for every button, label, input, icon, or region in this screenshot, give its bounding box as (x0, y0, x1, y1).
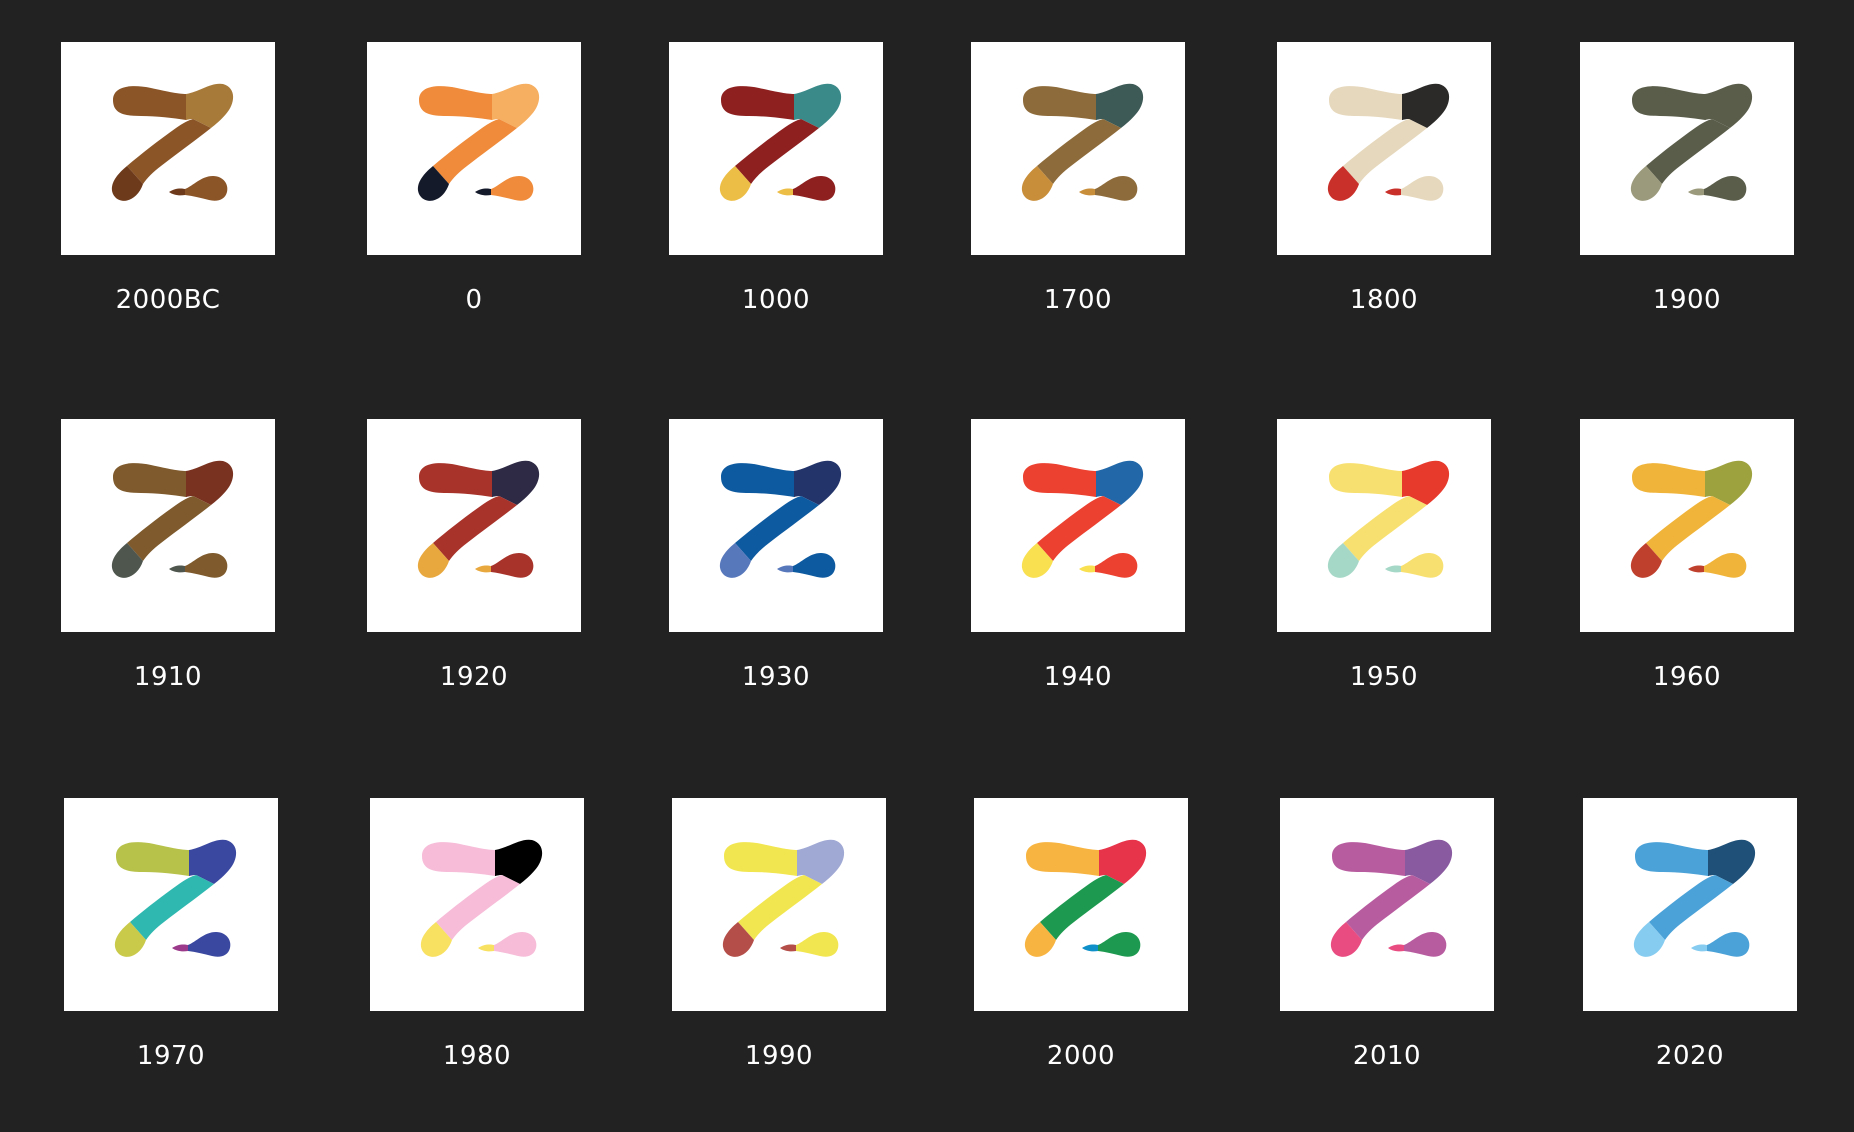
year-label: 1990 (744, 1041, 814, 1071)
logo-card (1280, 798, 1494, 1011)
logo-card (370, 798, 584, 1011)
logo-card (1277, 42, 1491, 255)
logo-card (61, 42, 275, 255)
logo-card (367, 42, 581, 255)
logo-tile-2010: 2010 (1280, 798, 1494, 1071)
z-logo-icon (114, 839, 237, 957)
logo-tile-1000: 1000 (669, 42, 883, 315)
logo-tile-2000: 2000 (974, 798, 1188, 1071)
logo-tile-1700: 1700 (971, 42, 1185, 315)
z-logo-icon (417, 460, 540, 578)
z-logo-icon (1330, 839, 1453, 957)
logo-tile-1970: 1970 (64, 798, 278, 1071)
year-label: 1910 (133, 662, 203, 692)
z-logo-icon (1630, 83, 1753, 201)
year-label: 2020 (1655, 1041, 1725, 1071)
logo-tile-1940: 1940 (971, 419, 1185, 692)
year-label: 1920 (439, 662, 509, 692)
z-logo-icon (420, 839, 543, 957)
logo-tile-1960: 1960 (1580, 419, 1794, 692)
logo-tile-1900: 1900 (1580, 42, 1794, 315)
year-label: 1940 (1043, 662, 1113, 692)
logo-card (367, 419, 581, 632)
year-label: 1700 (1043, 285, 1113, 315)
z-logo-icon (1633, 839, 1756, 957)
year-label: 2010 (1352, 1041, 1422, 1071)
logo-card (669, 419, 883, 632)
logo-card (672, 798, 886, 1011)
year-label: 1000 (741, 285, 811, 315)
year-label: 0 (465, 285, 483, 315)
year-label: 1800 (1349, 285, 1419, 315)
logo-tile-1950: 1950 (1277, 419, 1491, 692)
logo-tile-1800: 1800 (1277, 42, 1491, 315)
logo-card (1583, 798, 1797, 1011)
year-label: 1900 (1652, 285, 1722, 315)
year-label: 1970 (136, 1041, 206, 1071)
z-logo-icon (1327, 83, 1450, 201)
z-logo-icon (1021, 83, 1144, 201)
z-logo-icon (111, 83, 234, 201)
logo-card (974, 798, 1188, 1011)
z-logo-icon (719, 460, 842, 578)
z-logo-icon (1327, 460, 1450, 578)
year-label: 2000 (1046, 1041, 1116, 1071)
year-label: 1950 (1349, 662, 1419, 692)
logo-card (64, 798, 278, 1011)
logo-card (1277, 419, 1491, 632)
z-logo-icon (1024, 839, 1147, 957)
year-label: 1980 (442, 1041, 512, 1071)
logo-tile-0: 0 (367, 42, 581, 315)
z-logo-icon (1021, 460, 1144, 578)
logo-card (669, 42, 883, 255)
logo-tile-2020: 2020 (1583, 798, 1797, 1071)
z-logo-icon (417, 83, 540, 201)
z-logo-icon (719, 83, 842, 201)
logo-tile-1910: 1910 (61, 419, 275, 692)
logo-tile-1980: 1980 (370, 798, 584, 1071)
logo-tile-1930: 1930 (669, 419, 883, 692)
logo-grid: 2000BC 0 1000 1700 1800 1900 1910 1920 1… (0, 0, 1854, 1132)
z-logo-icon (1630, 460, 1753, 578)
year-label: 2000BC (115, 285, 221, 315)
logo-tile-1920: 1920 (367, 419, 581, 692)
logo-card (971, 42, 1185, 255)
year-label: 1960 (1652, 662, 1722, 692)
logo-tile-2000bc: 2000BC (61, 42, 275, 315)
logo-card (971, 419, 1185, 632)
logo-tile-1990: 1990 (672, 798, 886, 1071)
year-label: 1930 (741, 662, 811, 692)
logo-card (61, 419, 275, 632)
z-logo-icon (111, 460, 234, 578)
logo-card (1580, 42, 1794, 255)
logo-card (1580, 419, 1794, 632)
z-logo-icon (722, 839, 845, 957)
